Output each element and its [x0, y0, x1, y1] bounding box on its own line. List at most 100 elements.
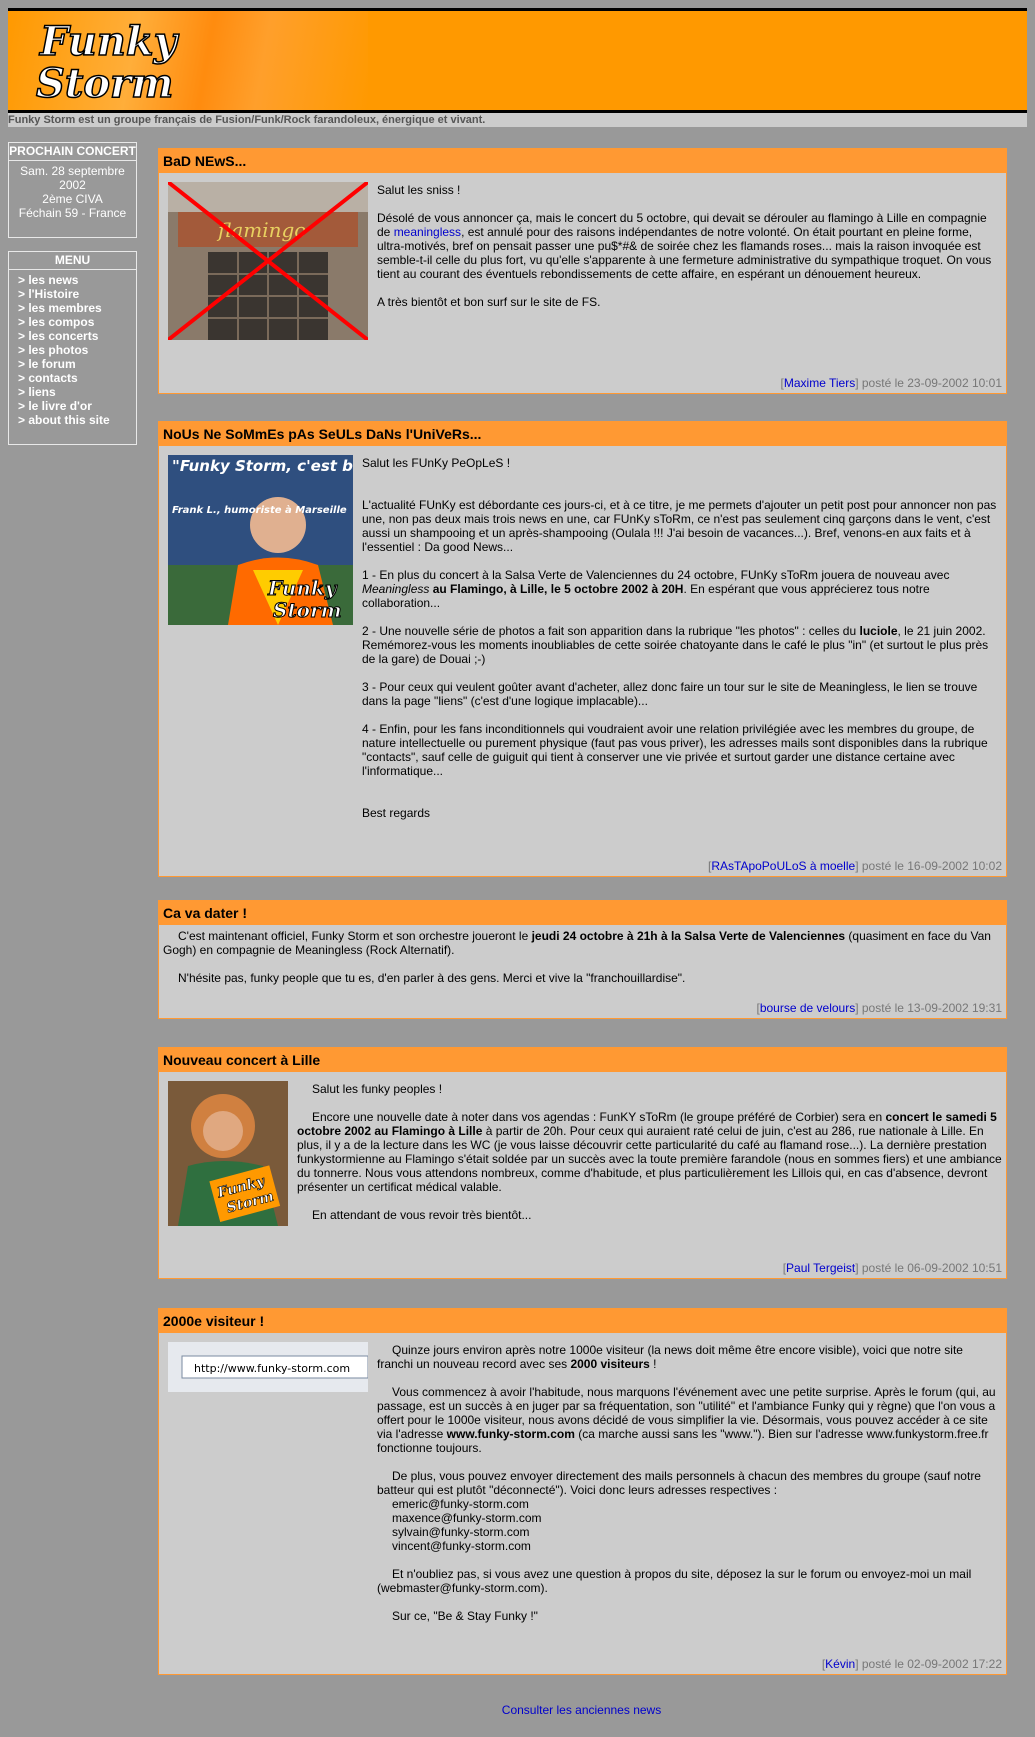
concert-year: 2002 — [59, 178, 86, 192]
menu-title: MENU — [9, 252, 136, 270]
news-title: BaD NEwS... — [159, 149, 1006, 173]
site-header: Funky Storm — [8, 11, 1027, 110]
post-date: posté le 16-09-2002 10:02 — [858, 859, 1002, 873]
news-paragraph: Salut les sniss ! — [377, 183, 461, 197]
news-text: Quinze jours environ après notre 1000e v… — [377, 1341, 1002, 1623]
text-bold: au Flamingo, à Lille, le 5 octobre 2002 … — [429, 582, 684, 596]
menu-item-membres[interactable]: > les membres — [18, 301, 136, 315]
text-span: C'est maintenant officiel, Funky Storm e… — [178, 929, 532, 943]
concert-location: Féchain 59 - France — [18, 206, 127, 220]
news-paragraph: A très bientôt et bon surf sur le site d… — [377, 295, 601, 309]
menu-item-histoire[interactable]: > l'Histoire — [18, 287, 136, 301]
news-body: flamingo Salut les sniss ! Désolé de vou… — [159, 173, 1006, 340]
text-span: 1 - En plus du concert à la Salsa Verte … — [362, 568, 950, 582]
menu-item-news[interactable]: > les news — [18, 273, 136, 287]
fan-with-sign-photo: Funky Storm — [168, 1081, 288, 1226]
text-span: Quinze jours environ après notre 1000e v… — [377, 1343, 963, 1371]
text-span: ! — [649, 1357, 657, 1371]
menu-item-concerts[interactable]: > les concerts — [18, 329, 136, 343]
news-title: 2000e visiteur ! — [159, 1309, 1006, 1333]
post-date: posté le 13-09-2002 19:31 — [858, 1001, 1002, 1015]
text-span: Encore une nouvelle date à noter dans vo… — [312, 1110, 886, 1124]
news-item-2000e-visiteur: 2000e visiteur ! http://www.funky-storm.… — [158, 1308, 1007, 1675]
author-link[interactable]: Kévin — [825, 1657, 855, 1671]
author-link[interactable]: Paul Tergeist — [786, 1261, 855, 1275]
news-paragraph: 2 - Une nouvelle série de photos a fait … — [362, 624, 1002, 666]
news-paragraph: Et n'oubliez pas, si vous avez une quest… — [377, 1567, 972, 1595]
menu-item-photos[interactable]: > les photos — [18, 343, 136, 357]
news-footer: [Kévin] posté le 02-09-2002 17:22 — [821, 1657, 1002, 1671]
promo-logo-1: Funky — [267, 576, 338, 600]
site-tagline: Funky Storm est un groupe français de Fu… — [8, 113, 1027, 127]
email-address: maxence@funky-storm.com — [392, 1511, 542, 1525]
promo-caption: Frank L., humoriste à Marseille — [172, 504, 347, 516]
news-footer: [Maxime Tiers] posté le 23-09-2002 10:01 — [780, 376, 1002, 390]
old-news-footer: Consulter les anciennes news — [158, 1703, 1005, 1717]
menu-list: > les news > l'Histoire > les membres > … — [9, 270, 136, 427]
menu-item-contacts[interactable]: > contacts — [18, 371, 136, 385]
author-link[interactable]: bourse de velours — [760, 1001, 855, 1015]
news-paragraph: Désolé de vous annoncer ça, mais le conc… — [377, 211, 1002, 281]
news-title: Nouveau concert à Lille — [159, 1048, 1006, 1072]
email-address: emeric@funky-storm.com — [392, 1497, 529, 1511]
news-paragraph: C'est maintenant officiel, Funky Storm e… — [163, 929, 1002, 957]
news-paragraph: De plus, vous pouvez envoyer directement… — [377, 1469, 981, 1497]
news-footer: [Paul Tergeist] posté le 06-09-2002 10:5… — [782, 1261, 1002, 1275]
text-bold: jeudi 24 octobre à 21h à la Salsa Verte … — [531, 929, 846, 943]
next-concert-info: Sam. 28 septembre 2002 2ème CIVA Féchain… — [9, 161, 136, 220]
news-paragraph: 4 - Enfin, pour les fans inconditionnels… — [362, 722, 988, 778]
concert-date: Sam. 28 septembre — [20, 164, 125, 178]
menu-item-forum[interactable]: > le forum — [18, 357, 136, 371]
text-span: 2 - Une nouvelle série de photos a fait … — [362, 624, 860, 638]
news-item-bad-news: BaD NEwS... flamingo Salut les sniss ! D… — [158, 148, 1007, 394]
news-text: Salut les FUnKy PeOpLeS ! L'actualité FU… — [362, 454, 1002, 820]
post-date: posté le 23-09-2002 10:01 — [858, 376, 1002, 390]
promo-quote-line: "Funky Storm, c'est bien !" — [172, 457, 353, 475]
menu-item-compos[interactable]: > les compos — [18, 315, 136, 329]
news-paragraph: En attendant de vous revoir très bientôt… — [312, 1208, 532, 1222]
author-link[interactable]: RAsTApoPoULoS à moelle — [711, 859, 855, 873]
news-title: Ca va dater ! — [159, 901, 1006, 925]
news-text: Salut les sniss ! Désolé de vous annonce… — [377, 181, 1002, 309]
menu-box: MENU > les news > l'Histoire > les membr… — [8, 251, 137, 445]
menu-item-liens[interactable]: > liens — [18, 385, 136, 399]
news-paragraph: 3 - Pour ceux qui veulent goûter avant d… — [362, 680, 978, 708]
flamingo-cancelled-photo: flamingo — [168, 182, 368, 340]
author-link[interactable]: Maxime Tiers — [784, 376, 855, 390]
news-text: Salut les funky peoples ! Encore une nou… — [297, 1080, 1002, 1222]
logo-line-2: Storm — [36, 60, 173, 107]
email-address: sylvain@funky-storm.com — [392, 1525, 530, 1539]
news-footer: [RAsTApoPoULoS à moelle] posté le 16-09-… — [708, 859, 1002, 873]
menu-item-about[interactable]: > about this site — [18, 413, 136, 427]
text-bold: 2000 visiteurs — [570, 1357, 650, 1371]
text-span: , est annulé pour des raisons indépendan… — [377, 225, 992, 281]
news-paragraph: Quinze jours environ après notre 1000e v… — [377, 1343, 1002, 1371]
funky-storm-logo[interactable]: Funky Storm — [30, 11, 200, 110]
post-date: posté le 02-09-2002 17:22 — [858, 1657, 1002, 1671]
post-date: posté le 06-09-2002 10:51 — [858, 1261, 1002, 1275]
news-paragraph: Vous commencez à avoir l'habitude, nous … — [377, 1385, 1002, 1455]
news-item-ca-va-dater: Ca va dater ! C'est maintenant officiel,… — [158, 900, 1007, 1019]
old-news-link[interactable]: Consulter les anciennes news — [502, 1703, 661, 1717]
news-body: C'est maintenant officiel, Funky Storm e… — [159, 925, 1006, 985]
text-em: Meaningless — [362, 582, 430, 596]
concert-event: 2ème CIVA — [42, 192, 103, 206]
news-item-concert-lille: Nouveau concert à Lille Funky Storm Salu… — [158, 1047, 1007, 1279]
text-bold: www.funky-storm.com — [446, 1427, 575, 1441]
news-paragraph: Encore une nouvelle date à noter dans vo… — [297, 1110, 1002, 1194]
news-body: "Funky Storm, c'est bien !" Frank L., hu… — [159, 446, 1006, 820]
news-paragraph: L'actualité FUnKy est débordante ces jou… — [362, 498, 997, 554]
news-title: NoUs Ne SoMmEs pAs SeULs DaNs l'UniVeRs.… — [159, 422, 1006, 446]
news-paragraph: N'hésite pas, funky people que tu es, d'… — [178, 971, 686, 985]
news-paragraph: Sur ce, "Be & Stay Funky !" — [392, 1609, 538, 1623]
news-paragraph: Salut les funky peoples ! — [312, 1082, 443, 1096]
news-body: http://www.funky-storm.com Quinze jours … — [159, 1333, 1006, 1623]
news-text: C'est maintenant officiel, Funky Storm e… — [163, 929, 1002, 985]
address-bar-url: http://www.funky-storm.com — [194, 1362, 350, 1375]
email-address: vincent@funky-storm.com — [392, 1539, 531, 1553]
menu-item-livre-dor[interactable]: > le livre d'or — [18, 399, 136, 413]
promo-logo-2: Storm — [273, 598, 342, 622]
news-body: Funky Storm Salut les funky peoples ! En… — [159, 1072, 1006, 1226]
news-item-not-alone: NoUs Ne SoMmEs pAs SeULs DaNs l'UniVeRs.… — [158, 421, 1007, 877]
meaningless-link[interactable]: meaningless — [394, 225, 461, 239]
